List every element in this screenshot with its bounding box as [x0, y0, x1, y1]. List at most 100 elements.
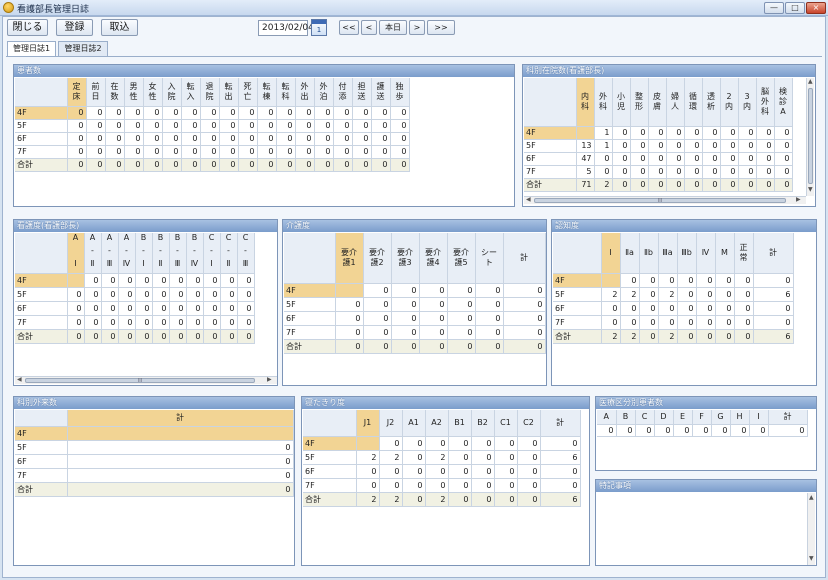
table-cell[interactable]: 0	[390, 119, 410, 133]
table-cell[interactable]: 0	[169, 273, 187, 288]
table-cell[interactable]: 0	[673, 424, 693, 437]
column-header[interactable]: 循環	[684, 78, 703, 127]
table-cell[interactable]: 0	[648, 139, 667, 153]
table-cell[interactable]: 0	[612, 139, 631, 153]
column-header[interactable]: B	[616, 410, 636, 425]
table-cell[interactable]: 2	[658, 287, 678, 302]
table-cell[interactable]: 6	[540, 492, 581, 507]
scroll-thumb[interactable]	[808, 88, 813, 184]
table-cell[interactable]: 0	[379, 478, 403, 493]
table-cell[interactable]: 0	[630, 126, 649, 140]
table-cell[interactable]: 0	[84, 273, 102, 288]
table-cell[interactable]: 0	[402, 450, 426, 465]
row-header[interactable]: 合計	[553, 329, 602, 344]
table-cell[interactable]: 5	[576, 165, 595, 179]
column-header[interactable]: 2内	[720, 78, 739, 127]
table-cell[interactable]: 0	[402, 478, 426, 493]
table-cell[interactable]: 6	[753, 287, 794, 302]
table-cell[interactable]: 0	[237, 315, 255, 330]
table-cell[interactable]: 0	[181, 145, 201, 159]
table-cell[interactable]: 0	[67, 287, 85, 302]
row-header[interactable]: 6F	[553, 301, 602, 316]
table-cell[interactable]: 0	[620, 273, 640, 288]
table-cell[interactable]: 0	[135, 301, 153, 316]
table-cell[interactable]: 0	[639, 273, 659, 288]
table-cell[interactable]: 0	[335, 297, 364, 312]
table-row[interactable]: 5F 2 2 0 2 0 0 0 0 6	[553, 287, 794, 302]
table-cell[interactable]: 0	[143, 119, 163, 133]
table-cell[interactable]: 0	[276, 132, 296, 146]
table-cell[interactable]: 0	[67, 482, 294, 497]
table-cell[interactable]: 0	[517, 464, 541, 479]
scroll-right-icon[interactable]: ▶	[796, 197, 801, 203]
table-cell[interactable]: 0	[220, 287, 238, 302]
table-cell[interactable]: 0	[219, 119, 239, 133]
table-cell[interactable]: 0	[333, 106, 353, 120]
tab-diary2[interactable]: 管理日誌2	[58, 41, 108, 56]
row-header[interactable]: 4F	[15, 106, 68, 120]
table-cell[interactable]: 0	[730, 424, 750, 437]
scroll-up-icon[interactable]: ▲	[808, 79, 813, 85]
table-cell[interactable]: 0	[648, 126, 667, 140]
table-cell[interactable]: 0	[333, 132, 353, 146]
table-cell[interactable]: 0	[371, 145, 391, 159]
table-cell[interactable]: 2	[379, 450, 403, 465]
table-cell[interactable]: 0	[118, 315, 136, 330]
table-cell[interactable]: 0	[734, 329, 754, 344]
table-cell[interactable]: 0	[257, 145, 277, 159]
table-cell[interactable]: 0	[720, 165, 739, 179]
column-header[interactable]: Ⅲb	[677, 233, 697, 274]
table-cell[interactable]: 0	[118, 287, 136, 302]
row-header[interactable]: 5F	[524, 139, 577, 153]
table-cell[interactable]: 0	[677, 301, 697, 316]
table-row[interactable]: 6F 47 0 0 0 0 0 0 0 0 0 0 0	[524, 152, 793, 166]
table-row[interactable]: 6F 0 0 0 0 0 0 0	[284, 311, 546, 326]
table-cell[interactable]: 0	[101, 301, 119, 316]
table-cell[interactable]: 0	[181, 106, 201, 120]
table-cell[interactable]: 0	[597, 424, 617, 437]
table-cell[interactable]: 0	[118, 301, 136, 316]
table-row[interactable]: 6F 0 0 0 0 0 0 0 0 0 0 0 0 0 0 0 0 0 0	[15, 132, 410, 146]
table-cell[interactable]: 0	[720, 152, 739, 166]
table-row[interactable]: 合計 0	[15, 482, 294, 497]
table-cell[interactable]: 0	[143, 132, 163, 146]
table-cell[interactable]: 6	[753, 329, 794, 344]
table-row[interactable]: 合計 2 2 0 2 0 0 0 0 6	[303, 492, 581, 507]
table-cell[interactable]: 0	[124, 158, 144, 172]
table-cell[interactable]: 0	[333, 119, 353, 133]
horizontal-scrollbar[interactable]: ◀ III ▶	[15, 376, 277, 384]
table-cell[interactable]: 0	[200, 158, 220, 172]
table-cell[interactable]: 0	[696, 273, 716, 288]
table-cell[interactable]	[67, 273, 85, 288]
table-cell[interactable]: 0	[162, 119, 182, 133]
table-cell[interactable]: 0	[448, 436, 472, 451]
column-header[interactable]: A - Ⅲ	[101, 233, 119, 274]
table-cell[interactable]: 2	[425, 492, 449, 507]
table-cell[interactable]	[576, 126, 595, 140]
column-header[interactable]: A - Ⅳ	[118, 233, 136, 274]
table-cell[interactable]: 0	[734, 273, 754, 288]
column-header[interactable]: 計	[503, 233, 546, 284]
table-cell[interactable]: 0	[391, 339, 420, 354]
table-cell[interactable]: 0	[517, 478, 541, 493]
table-cell[interactable]: 0	[448, 464, 472, 479]
table-cell[interactable]: 0	[471, 492, 495, 507]
table-cell[interactable]: 0	[352, 106, 372, 120]
table-cell[interactable]: 0	[105, 158, 125, 172]
table-row[interactable]: 7F 0 0 0 0 0 0 0	[284, 325, 546, 340]
table-cell[interactable]: 0	[84, 315, 102, 330]
column-header[interactable]: F	[692, 410, 712, 425]
table-cell[interactable]: 0	[219, 132, 239, 146]
table-cell[interactable]: 0	[654, 424, 674, 437]
table-cell[interactable]: 0	[67, 329, 85, 344]
row-header[interactable]: 6F	[524, 152, 577, 166]
table-cell[interactable]: 0	[517, 436, 541, 451]
table-cell[interactable]: 0	[143, 158, 163, 172]
column-header[interactable]: 付添	[333, 78, 353, 107]
table-cell[interactable]: 0	[203, 287, 221, 302]
column-header[interactable]: Ⅱa	[620, 233, 640, 274]
table-cell[interactable]: 0	[419, 311, 448, 326]
table-cell[interactable]: 0	[753, 273, 794, 288]
table-cell[interactable]: 0	[352, 158, 372, 172]
column-header[interactable]: 在数	[105, 78, 125, 107]
